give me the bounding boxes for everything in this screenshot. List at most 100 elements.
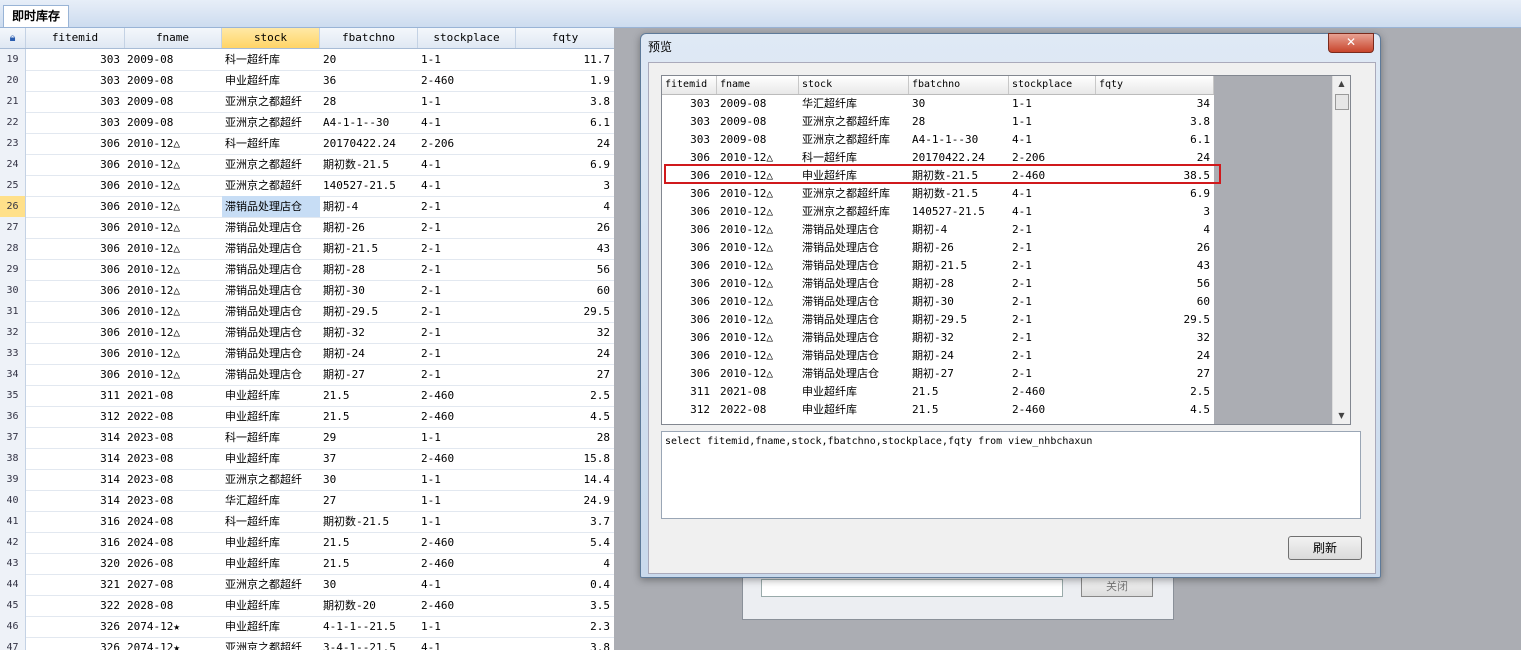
cell-fitemid[interactable]: 316 [26,532,124,553]
table-row[interactable]: 39 314 2023-08 亚洲京之都超纤 30 1-1 14.4 [0,469,614,491]
row-number[interactable]: 39 [0,469,26,490]
cell-fitemid[interactable]: 326 [26,616,124,637]
cell-fqty[interactable]: 24.9 [516,490,614,511]
cell-fitemid[interactable]: 306 [26,259,124,280]
table-row[interactable]: 40 314 2023-08 华汇超纤库 27 1-1 24.9 [0,490,614,512]
preview-row[interactable]: 306 2010-12△ 滞销品处理店仓 期初-29.5 2-1 29.5 [662,311,1214,329]
preview-row[interactable]: 303 2009-08 华汇超纤库 30 1-1 34 [662,95,1214,113]
cell-stock[interactable]: 申业超纤库 [222,385,320,406]
cell-fqty[interactable]: 3.5 [516,595,614,616]
cell-stockplace[interactable]: 4-1 [418,154,516,175]
cell-stock[interactable]: 亚洲京之都超纤 [222,175,320,196]
cell-fqty[interactable]: 15.8 [516,448,614,469]
cell-fqty[interactable]: 6.9 [516,154,614,175]
table-row[interactable]: 47 326 2074-12★ 亚洲京之都超纤 3-4-1--21.5 4-1 3.8 [0,637,614,650]
cell-stockplace[interactable]: 4-1 [418,175,516,196]
cell-fname[interactable]: 2074-12★ [124,637,222,650]
row-number[interactable]: 36 [0,406,26,427]
cell-fname[interactable]: 2010-12△ [124,301,222,322]
cell-fqty[interactable]: 32 [516,322,614,343]
cell-stockplace[interactable]: 1-1 [418,427,516,448]
cell-fbatchno[interactable]: 期初-28 [320,259,418,280]
cell-fbatchno[interactable]: 期初-30 [320,280,418,301]
cell-fitemid[interactable]: 314 [26,427,124,448]
preview-row[interactable]: 306 2010-12△ 滞销品处理店仓 期初-21.5 2-1 43 [662,257,1214,275]
preview-header-fitemid[interactable]: fitemid [662,76,717,94]
table-row[interactable]: 33 306 2010-12△ 滞销品处理店仓 期初-24 2-1 24 [0,343,614,365]
cell-stock[interactable]: 亚洲京之都超纤 [222,574,320,595]
cell-fqty[interactable]: 3.8 [516,637,614,650]
cell-fqty[interactable]: 24 [516,343,614,364]
table-row[interactable]: 31 306 2010-12△ 滞销品处理店仓 期初-29.5 2-1 29.5 [0,301,614,323]
row-number[interactable]: 25 [0,175,26,196]
cell-fbatchno[interactable]: 29 [320,427,418,448]
cell-stockplace[interactable]: 2-460 [418,385,516,406]
row-number[interactable]: 43 [0,553,26,574]
cell-fname[interactable]: 2010-12△ [124,322,222,343]
cell-stock[interactable]: 申业超纤库 [222,616,320,637]
cell-fbatchno[interactable]: 36 [320,70,418,91]
cell-fname[interactable]: 2010-12△ [124,280,222,301]
preview-row[interactable]: 306 2010-12△ 亚洲京之都超纤库 期初数-21.5 4-1 6.9 [662,185,1214,203]
table-row[interactable]: 26 306 2010-12△ 滞销品处理店仓 期初-4 2-1 4 [0,196,614,218]
cell-fqty[interactable]: 3 [516,175,614,196]
row-number[interactable]: 29 [0,259,26,280]
cell-stock[interactable]: 科一超纤库 [222,427,320,448]
cell-stockplace[interactable]: 1-1 [418,91,516,112]
preview-header-fqty[interactable]: fqty [1096,76,1214,94]
cell-fname[interactable]: 2010-12△ [124,133,222,154]
cell-fqty[interactable]: 27 [516,364,614,385]
cell-stockplace[interactable]: 2-460 [418,448,516,469]
cell-fitemid[interactable]: 306 [26,133,124,154]
row-number[interactable]: 23 [0,133,26,154]
preview-header-fname[interactable]: fname [717,76,799,94]
cell-stockplace[interactable]: 4-1 [418,112,516,133]
cell-fitemid[interactable]: 306 [26,343,124,364]
table-row[interactable]: 42 316 2024-08 申业超纤库 21.5 2-460 5.4 [0,532,614,554]
cell-stockplace[interactable]: 2-1 [418,280,516,301]
row-number[interactable]: 41 [0,511,26,532]
preview-row[interactable]: 306 2010-12△ 滞销品处理店仓 期初-27 2-1 27 [662,365,1214,383]
cell-stock[interactable]: 滞销品处理店仓 [222,196,320,217]
cell-fqty[interactable]: 26 [516,217,614,238]
cell-fname[interactable]: 2024-08 [124,532,222,553]
preview-row[interactable]: 303 2009-08 亚洲京之都超纤库 A4-1-1--30 4-1 6.1 [662,131,1214,149]
cell-stockplace[interactable]: 2-1 [418,217,516,238]
row-number[interactable]: 37 [0,427,26,448]
cell-fitemid[interactable]: 311 [26,385,124,406]
table-row[interactable]: 21 303 2009-08 亚洲京之都超纤 28 1-1 3.8 [0,91,614,113]
cell-fitemid[interactable]: 306 [26,238,124,259]
cell-stock[interactable]: 滞销品处理店仓 [222,301,320,322]
cell-fbatchno[interactable]: 4-1-1--21.5 [320,616,418,637]
cell-fqty[interactable]: 24 [516,133,614,154]
cell-fname[interactable]: 2010-12△ [124,175,222,196]
row-number[interactable]: 26 [0,196,26,217]
cell-fitemid[interactable]: 322 [26,595,124,616]
table-row[interactable]: 35 311 2021-08 申业超纤库 21.5 2-460 2.5 [0,385,614,407]
cell-stock[interactable]: 滞销品处理店仓 [222,364,320,385]
cell-fitemid[interactable]: 303 [26,70,124,91]
cell-stockplace[interactable]: 2-1 [418,196,516,217]
preview-header-fbatchno[interactable]: fbatchno [909,76,1009,94]
cell-stock[interactable]: 滞销品处理店仓 [222,217,320,238]
cell-fitemid[interactable]: 314 [26,490,124,511]
row-number[interactable]: 24 [0,154,26,175]
cell-fbatchno[interactable]: 21.5 [320,553,418,574]
table-row[interactable]: 38 314 2023-08 申业超纤库 37 2-460 15.8 [0,448,614,470]
cell-fbatchno[interactable]: 30 [320,469,418,490]
cell-stockplace[interactable]: 2-460 [418,553,516,574]
cell-fname[interactable]: 2023-08 [124,469,222,490]
cell-fname[interactable]: 2027-08 [124,574,222,595]
cell-fname[interactable]: 2010-12△ [124,343,222,364]
close-button[interactable]: 关闭 [1081,577,1153,597]
cell-fitemid[interactable]: 312 [26,406,124,427]
cell-fitemid[interactable]: 306 [26,364,124,385]
cell-stock[interactable]: 亚洲京之都超纤 [222,154,320,175]
table-row[interactable]: 19 303 2009-08 科一超纤库 20 1-1 11.7 [0,49,614,71]
cell-fbatchno[interactable]: 21.5 [320,532,418,553]
cell-stockplace[interactable]: 4-1 [418,574,516,595]
cell-fitemid[interactable]: 306 [26,175,124,196]
cell-stockplace[interactable]: 2-1 [418,343,516,364]
table-row[interactable]: 43 320 2026-08 申业超纤库 21.5 2-460 4 [0,553,614,575]
cell-stockplace[interactable]: 1-1 [418,511,516,532]
